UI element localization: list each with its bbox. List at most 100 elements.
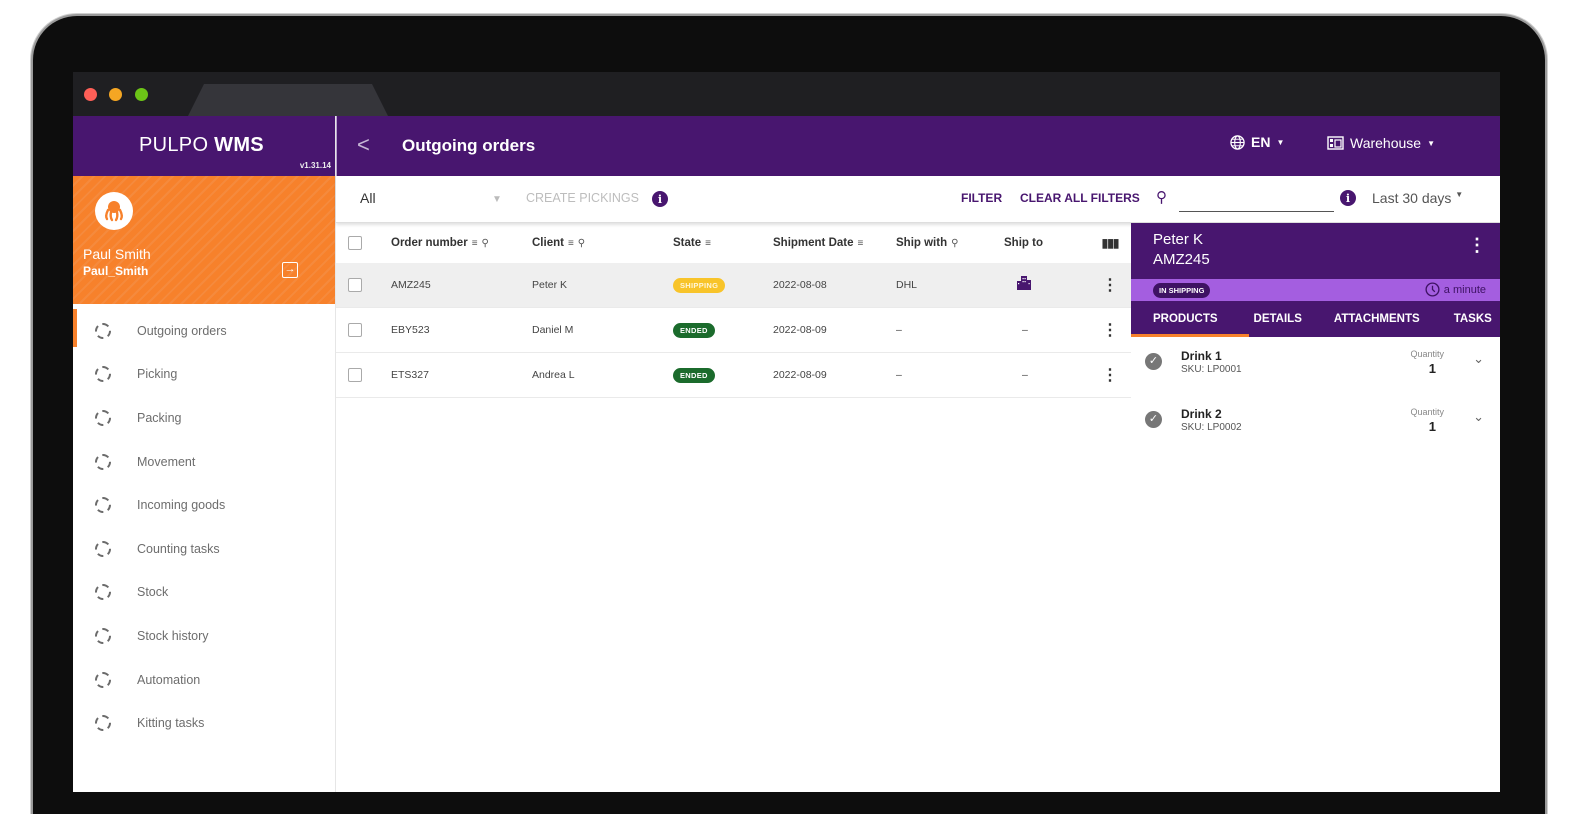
order-filter-select[interactable]: All [360,190,376,206]
minimize-window-button[interactable] [109,88,122,101]
detail-time: a minute [1425,282,1486,297]
create-pickings-button[interactable]: CREATE PICKINGS [526,191,639,205]
columns-icon[interactable]: ▮▮▮ [1089,236,1131,250]
loading-circle-icon [95,497,111,514]
clock-icon [1425,282,1440,297]
row-menu-icon[interactable]: ⋮ [1089,365,1131,385]
info-icon[interactable]: i [652,191,668,207]
column-ship-with[interactable]: Ship with ⚲ [896,237,1004,249]
row-checkbox[interactable] [348,368,362,382]
select-all-checkbox[interactable] [348,236,362,250]
caret-down-icon[interactable]: ▼ [492,194,502,205]
sidebar-item-picking[interactable]: Picking [73,353,335,397]
search-icon[interactable]: ⚲ [1156,188,1167,206]
ship-to: – [1022,324,1028,336]
row-checkbox[interactable] [348,323,362,337]
clear-all-filters-button[interactable]: CLEAR ALL FILTERS [1020,191,1140,205]
tab-details[interactable]: DETAILS [1254,301,1302,337]
detail-menu-icon[interactable]: ⋮ [1468,235,1486,256]
loading-circle-icon [95,409,111,426]
user-display-name: Paul Smith [83,246,151,262]
product-item[interactable]: ✓ Drink 1 SKU: LP0001 Quantity 1 ⌄ [1131,337,1500,395]
check-circle-icon: ✓ [1145,353,1162,370]
search-icon[interactable]: ⚲ [951,238,958,249]
octopus-icon[interactable] [95,192,133,230]
product-item[interactable]: ✓ Drink 2 SKU: LP0002 Quantity 1 ⌄ [1131,395,1500,453]
sidebar-item-kitting-tasks[interactable]: Kitting tasks [73,701,335,745]
search-icon[interactable]: ⚲ [578,238,585,249]
maximize-window-button[interactable] [135,88,148,101]
brand-name-light: PULPO [139,134,209,156]
column-order-number[interactable]: Order number ≡ ⚲ [391,237,532,249]
client: Andrea L [532,369,575,381]
sidebar-item-movement[interactable]: Movement [73,440,335,484]
product-name: Drink 2 [1181,407,1222,421]
row-menu-icon[interactable]: ⋮ [1089,320,1131,340]
table-header: Order number ≡ ⚲ Client ≡ ⚲ State ≡ Shipment … [336,223,1131,263]
close-window-button[interactable] [84,88,97,101]
orders-table: Order number ≡ ⚲ Client ≡ ⚲ State ≡ Shipment … [336,223,1131,398]
tab-attachments[interactable]: ATTACHMENTS [1334,301,1420,337]
detail-header: Peter K AMZ245 ⋮ [1131,223,1500,279]
column-state[interactable]: State ≡ [673,237,773,249]
chevron-left-icon[interactable]: < [357,132,370,158]
shipment-date: 2022-08-09 [773,369,827,381]
caret-down-icon: ▼ [1276,137,1285,147]
sidebar-item-automation[interactable]: Automation [73,658,335,702]
sidebar-item-packing[interactable]: Packing [73,396,335,440]
browser-tab[interactable] [188,84,388,116]
warehouse-selector[interactable]: Warehouse ▼ [1327,135,1435,151]
brand-logo[interactable]: PULPO WMS [139,134,264,157]
building-icon [1004,275,1089,296]
globe-icon [1230,134,1245,150]
info-icon[interactable]: i [1340,190,1356,206]
sidebar-item-label: Picking [137,367,178,382]
language-selector[interactable]: EN ▼ [1230,134,1284,150]
sidebar-item-stock-history[interactable]: Stock history [73,614,335,658]
row-menu-icon[interactable]: ⋮ [1089,275,1131,295]
search-icon[interactable]: ⚲ [482,238,489,249]
quantity-value: 1 [1428,361,1436,376]
sidebar-item-outgoing-orders[interactable]: Outgoing orders [73,309,335,353]
tab-products[interactable]: PRODUCTS [1153,301,1218,337]
search-input[interactable] [1179,190,1334,212]
row-checkbox[interactable] [348,278,362,292]
table-row[interactable]: AMZ245 Peter K SHIPPING 2022-08-08 DHL ⋮ [336,263,1131,308]
client: Daniel M [532,324,574,336]
user-login: Paul_Smith [83,264,149,278]
ship-with: – [896,324,902,336]
caret-down-icon: ▼ [1427,138,1435,148]
ship-to: – [1022,369,1028,381]
order-number: AMZ245 [391,279,431,291]
sort-icon[interactable]: ≡ [705,238,711,249]
chevron-down-icon[interactable]: ⌄ [1473,409,1484,425]
toolbar: All ▼ CREATE PICKINGS i FILTER CLEAR ALL… [336,176,1500,223]
column-shipment-date[interactable]: Shipment Date ≡ [773,237,896,249]
logout-icon[interactable]: → [282,262,298,278]
sort-icon[interactable]: ≡ [568,238,574,249]
sidebar-item-incoming-goods[interactable]: Incoming goods [73,483,335,527]
sidebar-item-stock[interactable]: Stock [73,571,335,615]
filter-button[interactable]: FILTER [961,191,1002,205]
table-row[interactable]: ETS327 Andrea L ENDED 2022-08-09 – – ⋮ [336,353,1131,398]
sort-icon[interactable]: ≡ [858,238,864,249]
status-badge: ENDED [673,367,715,383]
loading-circle-icon [95,366,111,383]
chevron-down-icon[interactable]: ⌄ [1473,351,1484,367]
column-client[interactable]: Client ≡ ⚲ [532,237,673,249]
tab-tasks[interactable]: TASKS [1454,301,1492,337]
octopus-icon-svg [105,201,123,222]
quantity-label: Quantity [1410,349,1444,359]
table-row[interactable]: EBY523 Daniel M ENDED 2022-08-09 – – ⋮ [336,308,1131,353]
sidebar-item-label: Outgoing orders [137,323,227,338]
sort-icon[interactable]: ≡ [472,238,478,249]
sidebar-item-label: Stock [137,585,169,600]
sidebar-item-counting-tasks[interactable]: Counting tasks [73,527,335,571]
app-window: PULPO WMS v1.31.14 Paul Smith Paul_Smith… [73,72,1500,792]
sidebar-item-label: Packing [137,410,182,425]
loading-circle-icon [95,627,111,644]
loading-circle-icon [95,540,111,557]
column-ship-to[interactable]: Ship to [1004,237,1089,249]
detail-status-bar: IN SHIPPING a minute [1131,279,1500,301]
date-range-select[interactable]: Last 30 days ▼ [1372,190,1463,206]
